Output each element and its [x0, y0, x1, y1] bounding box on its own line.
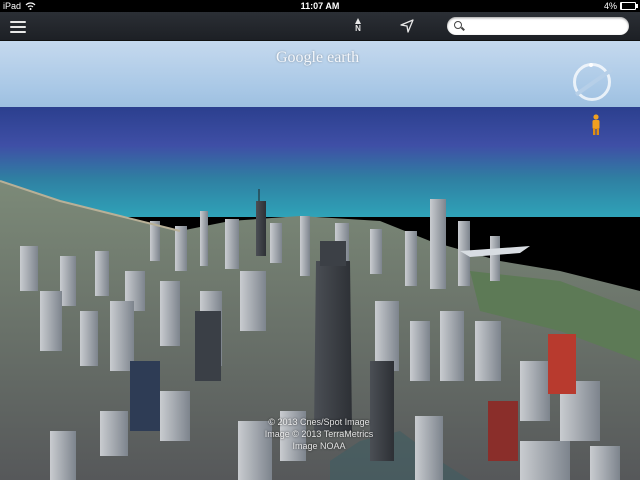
compass-rotate-icon[interactable]	[573, 63, 611, 101]
search-icon	[454, 21, 462, 29]
search-box[interactable]	[447, 17, 629, 37]
hamburger-menu-icon[interactable]	[10, 18, 26, 34]
google-earth-logo: Google earth	[276, 49, 360, 66]
earth-view[interactable]: Google earth © 2013 Cnes/Spot Image Imag…	[0, 41, 640, 480]
toolbar: N	[0, 12, 640, 41]
battery-icon	[620, 2, 638, 10]
status-time: 11:07 AM	[300, 1, 340, 11]
imagery-attribution: © 2013 Cnes/Spot Image Image © 2013 Terr…	[0, 416, 640, 452]
battery-percent: 4%	[603, 1, 617, 11]
north-button[interactable]: N	[350, 16, 366, 38]
status-bar: iPad 11:07 AM 4%	[0, 0, 640, 12]
attribution-line: Image NOAA	[292, 441, 346, 451]
attribution-line: © 2013 Cnes/Spot Image	[268, 417, 370, 427]
north-label: N	[355, 24, 361, 33]
attribution-line: Image © 2013 TerraMetrics	[264, 429, 374, 439]
search-input[interactable]	[467, 17, 626, 37]
pegman-icon[interactable]	[590, 114, 602, 136]
location-arrow-icon[interactable]	[399, 18, 415, 34]
